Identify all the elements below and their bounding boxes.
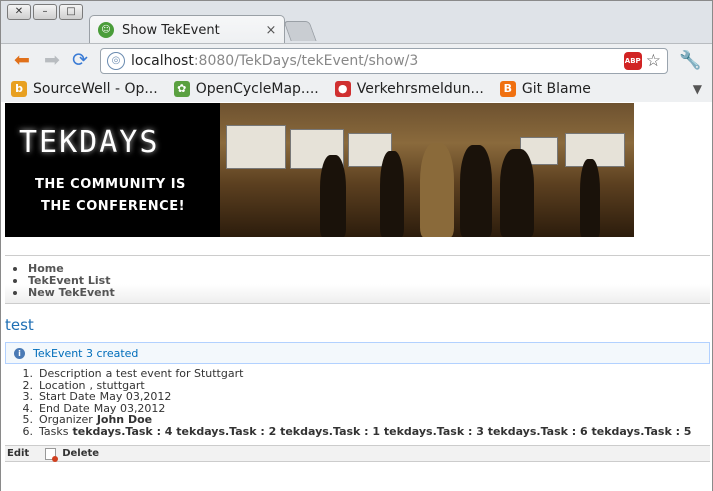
poster-board	[226, 125, 286, 169]
page-title: test	[5, 316, 34, 334]
nav-item[interactable]: New TekEvent	[13, 287, 710, 299]
new-tab-button[interactable]	[283, 21, 317, 41]
browser-tab[interactable]: ☺ Show TekEvent ×	[89, 15, 285, 44]
url-path: :8080/TekDays/tekEvent/show/3	[193, 53, 419, 69]
tab-close-icon[interactable]: ×	[264, 23, 278, 38]
nav-item[interactable]: Home	[13, 263, 710, 275]
bookmark-label: SourceWell - Op...	[33, 81, 158, 97]
bookmark-label: OpenCycleMap....	[195, 81, 319, 97]
bookmark-item[interactable]: ● Verkehrsmeldun...	[334, 81, 484, 97]
back-icon[interactable]: ⬅	[11, 50, 33, 72]
edit-button[interactable]: Edit	[7, 448, 29, 459]
browser-toolbar: ⬅ ➡ ⟳ ◎ localhost:8080/TekDays/tekEvent/…	[1, 43, 712, 76]
property-list: 1. Description a test event for Stuttgar…	[5, 368, 710, 438]
tab-favicon-icon: ☺	[98, 22, 114, 38]
site-nav: Home TekEvent List New TekEvent	[5, 255, 710, 304]
bookmark-item[interactable]: B Git Blame	[499, 81, 591, 97]
tekdays-logo: TEKDAYS THE COMMUNITY IS THE CONFERENCE!	[5, 103, 220, 237]
property-number: 4.	[22, 401, 34, 415]
property-number: 3.	[22, 390, 34, 404]
forward-icon[interactable]: ➡	[41, 50, 63, 72]
close-window-button[interactable]: ✕	[7, 4, 31, 20]
attendee-silhouette	[460, 145, 492, 237]
attendee-silhouette	[380, 151, 404, 237]
flash-message-text: TekEvent 3 created	[33, 346, 139, 360]
reload-icon[interactable]: ⟳	[69, 50, 91, 72]
site-banner: TEKDAYS THE COMMUNITY IS THE CONFERENCE!	[5, 103, 634, 237]
property-number: 6.	[22, 424, 34, 438]
bookmark-item[interactable]: ✿ OpenCycleMap....	[173, 81, 319, 97]
delete-icon	[45, 447, 59, 462]
url-host: localhost	[131, 53, 194, 69]
property-label: Description	[39, 367, 102, 380]
wrench-icon[interactable]: 🔧	[679, 50, 701, 71]
delete-button[interactable]: Delete	[62, 448, 99, 459]
tasks-links[interactable]: tekdays.Task : 4 tekdays.Task : 2 tekday…	[72, 426, 691, 438]
property-number: 2.	[22, 378, 34, 392]
property-label: Tasks	[39, 424, 69, 438]
property-value: a test event for Stuttgart	[105, 367, 244, 380]
sourcewell-icon: b	[11, 81, 27, 97]
property-row: 6. Tasks tekdays.Task : 4 tekdays.Task :…	[5, 426, 710, 438]
attendee-silhouette	[420, 143, 454, 237]
url-text[interactable]: localhost:8080/TekDays/tekEvent/show/3	[131, 53, 624, 69]
blogger-icon: B	[499, 81, 516, 97]
minimize-window-button[interactable]: –	[33, 4, 57, 20]
attendee-silhouette	[320, 155, 346, 237]
tab-title: Show TekEvent	[122, 22, 220, 38]
bookmarks-bar: b SourceWell - Op... ✿ OpenCycleMap.... …	[1, 76, 712, 103]
bookmark-item[interactable]: b SourceWell - Op...	[11, 81, 158, 97]
bookmark-label: Verkehrsmeldun...	[356, 81, 484, 97]
bookmarks-more-icon[interactable]: ▼	[693, 82, 702, 96]
maximize-window-button[interactable]: □	[59, 4, 83, 20]
bookmark-label: Git Blame	[521, 81, 591, 97]
browser-window: ✕ – □ ☺ Show TekEvent × ⬅ ➡ ⟳ ◎ localhos…	[0, 0, 713, 104]
flash-message: i TekEvent 3 created	[5, 342, 710, 364]
attendee-silhouette	[500, 149, 534, 237]
adblock-icon[interactable]: ABP	[623, 52, 642, 70]
property-number: 5.	[22, 413, 34, 427]
action-buttons: Edit Delete	[5, 445, 710, 462]
opencyclemap-icon: ✿	[173, 81, 190, 97]
logo-tagline-line2: THE CONFERENCE!	[41, 199, 186, 214]
property-row: 1. Description a test event for Stuttgar…	[5, 368, 710, 380]
property-number: 1.	[22, 367, 34, 380]
nav-new-link[interactable]: New TekEvent	[28, 287, 115, 299]
bookmark-star-icon[interactable]: ☆	[646, 51, 661, 71]
info-icon: i	[14, 347, 25, 359]
logo-tagline-line1: THE COMMUNITY IS	[35, 177, 186, 192]
verkehrsmeldungen-icon: ●	[334, 81, 351, 97]
nav-item[interactable]: TekEvent List	[13, 275, 710, 287]
globe-icon: ◎	[107, 52, 125, 70]
address-bar[interactable]: ◎ localhost:8080/TekDays/tekEvent/show/3…	[100, 48, 668, 74]
window-controls: ✕ – □	[7, 4, 83, 20]
attendee-silhouette	[580, 159, 600, 237]
logo-brand: TEKDAYS	[19, 125, 160, 160]
web-page: TEKDAYS THE COMMUNITY IS THE CONFERENCE!…	[0, 102, 713, 491]
conference-photo	[220, 103, 634, 237]
